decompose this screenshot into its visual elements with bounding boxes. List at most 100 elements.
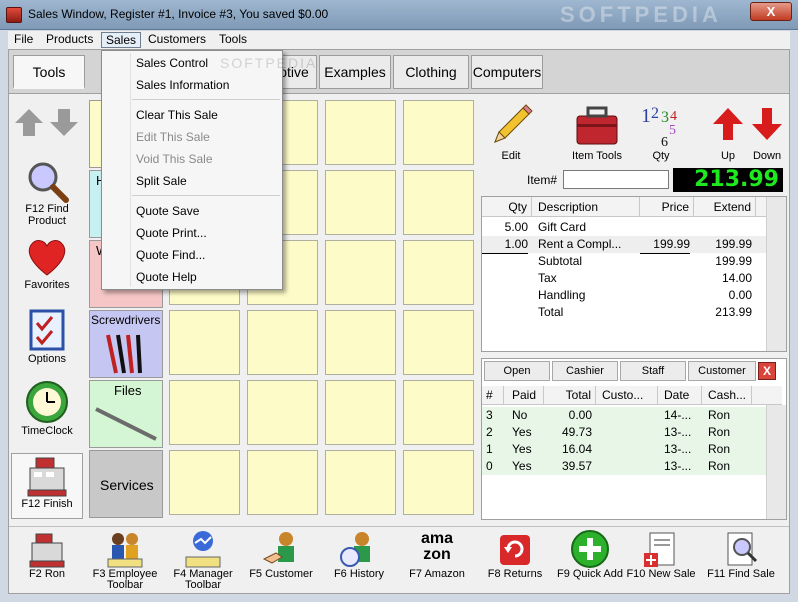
subtotal-value: 199.99	[715, 254, 752, 268]
menu-item-clear-this-sale[interactable]: Clear This Sale	[136, 105, 218, 125]
category-files-label: Files	[114, 383, 142, 398]
menu-sales[interactable]: Sales	[101, 32, 142, 48]
col-total[interactable]: Total	[544, 386, 596, 405]
tab-computers[interactable]: Computers	[471, 55, 543, 89]
finish-button[interactable]: F12 Finish	[11, 453, 83, 519]
menu-item-sales-control[interactable]: Sales Control	[136, 53, 208, 73]
panel-close-icon[interactable]: X	[758, 362, 776, 380]
staff-button[interactable]: Staff	[620, 361, 686, 381]
product-cell[interactable]	[247, 380, 318, 445]
tab-examples[interactable]: Examples	[319, 55, 391, 89]
category-services[interactable]: Services	[89, 450, 163, 518]
f4-manager-toolbar-button[interactable]: F4 Manager Toolbar	[165, 529, 241, 591]
sale-table-scrollbar[interactable]	[766, 197, 786, 351]
col-qty[interactable]: Qty	[482, 197, 532, 217]
f3-employee-toolbar-button[interactable]: F3 Employee Toolbar	[87, 529, 163, 591]
col-extend[interactable]: Extend	[694, 197, 756, 217]
category-files[interactable]: Files	[89, 380, 163, 448]
product-cell[interactable]	[403, 380, 474, 445]
tab-clothing[interactable]: Clothing	[393, 55, 469, 89]
menu-tools[interactable]: Tools	[215, 32, 251, 48]
invoice-row[interactable]: 0 Yes 39.57 13-... Ron	[482, 458, 778, 475]
menu-item-split-sale[interactable]: Split Sale	[136, 171, 187, 191]
item-number-input[interactable]	[563, 170, 669, 189]
f8-returns-button[interactable]: F8 Returns	[477, 529, 553, 580]
product-cell[interactable]	[403, 170, 474, 235]
product-cell[interactable]	[325, 310, 396, 375]
product-cell[interactable]	[325, 240, 396, 305]
item-entry-row: Item# 213.99	[481, 168, 787, 192]
col-description[interactable]: Description	[532, 197, 640, 217]
f11-find-sale-button[interactable]: F11 Find Sale	[699, 529, 783, 580]
timeclock-button[interactable]: TimeClock	[11, 379, 83, 449]
product-cell[interactable]	[247, 450, 318, 515]
find-product-button[interactable]: F12 Find Product	[11, 159, 83, 229]
menu-item-sales-information[interactable]: Sales Information	[136, 75, 229, 95]
f6-history-button[interactable]: F6 History	[321, 529, 397, 580]
cashier-button[interactable]: Cashier	[552, 361, 618, 381]
col-cashier[interactable]: Cash...	[702, 386, 752, 405]
menu-products[interactable]: Products	[42, 32, 97, 48]
qty-button[interactable]: 1 2 3 4 5 6 Qty	[639, 102, 683, 162]
tab-tools[interactable]: Tools	[13, 55, 85, 89]
menu-file[interactable]: File	[10, 32, 37, 48]
product-cell[interactable]	[169, 310, 240, 375]
f4-label: F4 Manager Toolbar	[173, 568, 233, 591]
invoice-paid: No	[512, 408, 528, 422]
sale-row[interactable]: 5.00 Gift Card	[482, 219, 782, 236]
col-paid[interactable]: Paid	[504, 386, 544, 405]
up-label: Up	[720, 150, 736, 162]
svg-text:1: 1	[641, 105, 651, 127]
f10-new-sale-button[interactable]: F10 New Sale	[619, 529, 703, 580]
edit-button[interactable]: Edit	[489, 102, 533, 162]
invoice-date: 14-...	[664, 408, 692, 422]
handling-label: Handling	[538, 288, 586, 302]
product-cell[interactable]	[403, 240, 474, 305]
sale-row[interactable]: 1.00 Rent a Compl... 199.99 199.99	[482, 236, 782, 254]
down-button[interactable]: Down	[747, 102, 787, 162]
product-cell[interactable]	[169, 450, 240, 515]
product-cell[interactable]	[247, 310, 318, 375]
product-cell[interactable]	[169, 380, 240, 445]
f5-customer-button[interactable]: F5 Customer	[243, 529, 319, 580]
favorites-button[interactable]: Favorites	[11, 235, 83, 301]
col-customer[interactable]: Custo...	[596, 386, 658, 405]
invoice-row[interactable]: 2 Yes 49.73 13-... Ron	[482, 424, 778, 441]
col-price[interactable]: Price	[640, 197, 694, 217]
customer-button[interactable]: Customer	[688, 361, 756, 381]
invoice-total: 0.00	[568, 408, 592, 422]
menu-item-quote-save[interactable]: Quote Save	[136, 201, 199, 221]
f2-ron-button[interactable]: F2 Ron	[9, 529, 85, 580]
col-number[interactable]: #	[482, 386, 504, 405]
window-close-button[interactable]: X	[750, 2, 792, 21]
menu-item-quote-find[interactable]: Quote Find...	[136, 245, 205, 265]
gray-up-arrow-icon[interactable]	[12, 105, 82, 139]
product-cell[interactable]	[325, 450, 396, 515]
category-screwdrivers[interactable]: Screwdrivers	[89, 310, 163, 378]
total-value: 213.99	[715, 305, 752, 319]
col-date[interactable]: Date	[658, 386, 702, 405]
product-cell[interactable]	[403, 450, 474, 515]
invoice-date: 13-...	[664, 442, 692, 456]
product-cell[interactable]	[325, 170, 396, 235]
menu-customers[interactable]: Customers	[144, 32, 210, 48]
up-button[interactable]: Up	[709, 102, 747, 162]
item-tools-button[interactable]: Item Tools	[565, 102, 629, 162]
product-cell[interactable]	[325, 100, 396, 165]
options-button[interactable]: Options	[11, 307, 83, 373]
finish-label: F12 Finish	[21, 498, 73, 510]
product-cell[interactable]	[403, 100, 474, 165]
invoice-row[interactable]: 3 No 0.00 14-... Ron	[482, 407, 778, 424]
menu-item-quote-print[interactable]: Quote Print...	[136, 223, 207, 243]
product-cell[interactable]	[403, 310, 474, 375]
product-cell[interactable]	[325, 380, 396, 445]
f7-amazon-button[interactable]: ama zon F7 Amazon	[399, 529, 475, 580]
pencil-icon	[494, 104, 533, 143]
f6-label: F6 History	[333, 568, 385, 580]
open-button[interactable]: Open	[484, 361, 550, 381]
invoice-row[interactable]: 1 Yes 16.04 13-... Ron	[482, 441, 778, 458]
invoice-cashier: Ron	[708, 408, 731, 422]
category-screwdrivers-label: Screwdrivers	[91, 313, 161, 327]
menu-item-quote-help[interactable]: Quote Help	[136, 267, 197, 287]
invoice-table-scrollbar[interactable]	[766, 405, 786, 519]
